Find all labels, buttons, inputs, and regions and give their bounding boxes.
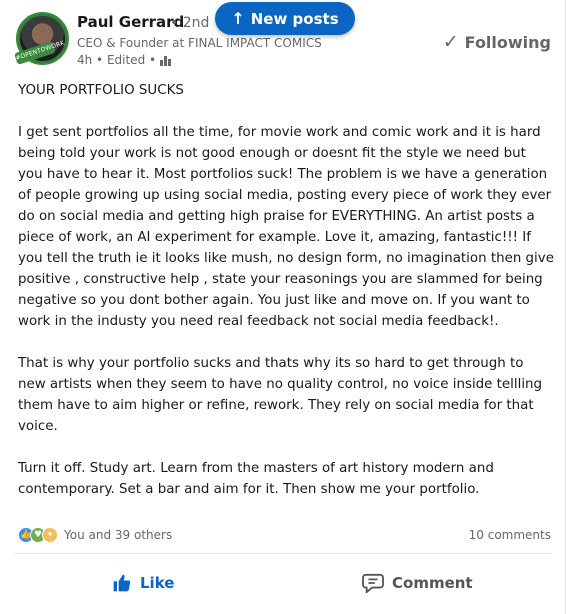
like-label: Like xyxy=(140,574,175,592)
post-meta: 4h • Edited • xyxy=(77,53,172,67)
post-body: YOUR PORTFOLIO SUCKS I get sent portfoli… xyxy=(18,80,554,500)
following-button[interactable]: ✓ Following xyxy=(443,31,551,53)
author-headline: CEO & Founder at FINAL IMPACT COMICS xyxy=(77,36,322,50)
insightful-reaction-icon: ✦ xyxy=(42,527,58,543)
post-paragraph: That is why your portfolio sucks and tha… xyxy=(18,356,543,434)
comment-button[interactable]: Comment xyxy=(362,565,473,601)
comment-label: Comment xyxy=(392,574,473,592)
feed-post-card: #OPENTOWORK Paul Gerrard • 2nd CEO & Fou… xyxy=(0,0,566,614)
like-button[interactable]: Like xyxy=(112,565,174,601)
comments-count[interactable]: 10 comments xyxy=(469,528,551,542)
post-title: YOUR PORTFOLIO SUCKS xyxy=(18,83,184,98)
comment-icon xyxy=(362,573,384,593)
following-label: Following xyxy=(464,32,551,52)
check-icon: ✓ xyxy=(442,31,459,53)
thumbs-up-icon xyxy=(113,574,131,592)
visibility-icon xyxy=(159,55,172,66)
arrow-up-icon: ↑ xyxy=(231,9,245,28)
reactions-count[interactable]: You and 39 others xyxy=(64,528,172,542)
reactions-summary[interactable]: 👍 ♥ ✦ You and 39 others xyxy=(18,527,172,543)
post-paragraph: I get sent portfolios all the time, for … xyxy=(18,125,554,329)
connection-degree: • 2nd xyxy=(170,15,210,31)
new-posts-button[interactable]: ↑ New posts xyxy=(215,2,355,35)
post-timestamp: 4h • Edited • xyxy=(77,53,157,67)
post-paragraph: Turn it off. Study art. Learn from the m… xyxy=(18,461,494,497)
divider xyxy=(14,553,551,554)
author-name[interactable]: Paul Gerrard xyxy=(77,13,184,31)
new-posts-label: New posts xyxy=(250,9,339,28)
